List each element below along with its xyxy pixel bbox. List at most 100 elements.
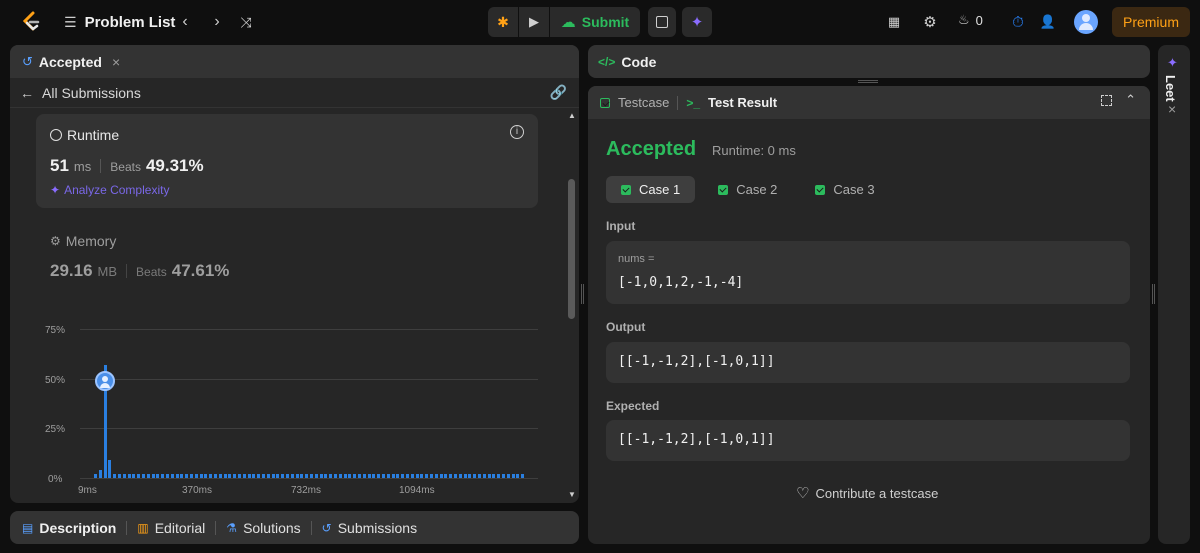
chart-bar[interactable] — [156, 474, 160, 478]
chart-bar[interactable] — [214, 474, 217, 478]
case-tab-2[interactable]: Case 2 — [703, 176, 792, 203]
your-submission-marker[interactable] — [94, 370, 115, 391]
chart-bar[interactable] — [329, 474, 333, 478]
chart-bar[interactable] — [478, 474, 481, 478]
leetcode-logo-icon[interactable] — [20, 11, 42, 33]
chart-bar[interactable] — [180, 474, 184, 478]
chart-bar[interactable] — [382, 474, 385, 478]
chevron-up-icon[interactable]: ⌃ — [1125, 92, 1136, 108]
shuffle-icon[interactable]: ⤨ — [236, 12, 256, 32]
chart-bar[interactable] — [233, 474, 237, 478]
chart-bar[interactable] — [247, 474, 251, 478]
premium-button[interactable]: Premium — [1112, 7, 1190, 37]
right-splitter-handle[interactable] — [1152, 284, 1155, 304]
chart-bar[interactable] — [348, 474, 352, 478]
tab-editorial[interactable]: ▥ Editorial — [137, 520, 205, 536]
code-panel-header[interactable]: </> Code — [588, 45, 1150, 78]
chart-bar[interactable] — [468, 474, 472, 478]
chart-bar[interactable] — [473, 474, 477, 478]
timer-icon[interactable]: ⏱ — [1008, 12, 1028, 32]
chart-bar[interactable] — [415, 474, 419, 478]
chart-bar[interactable] — [194, 474, 198, 478]
chart-bar[interactable] — [410, 474, 414, 478]
chart-bar[interactable] — [262, 474, 265, 478]
tab-test-result[interactable]: Test Result — [708, 95, 777, 110]
tab-description[interactable]: ▤ Description — [22, 520, 116, 536]
chart-bar[interactable] — [521, 474, 525, 478]
chart-bar[interactable] — [190, 474, 193, 478]
tab-testcase[interactable]: Testcase — [618, 95, 669, 110]
streak-counter[interactable]: ♨ 0 — [958, 12, 983, 28]
chart-bar[interactable] — [286, 474, 289, 478]
chart-bar[interactable] — [497, 474, 501, 478]
chart-bar[interactable] — [319, 474, 323, 478]
chart-bar[interactable] — [276, 474, 280, 478]
chart-bar[interactable] — [338, 474, 342, 478]
chart-bar[interactable] — [113, 474, 117, 478]
chart-bar[interactable] — [98, 470, 102, 478]
chart-bar[interactable] — [218, 474, 222, 478]
chart-bar[interactable] — [310, 474, 313, 478]
chart-bar[interactable] — [122, 474, 126, 478]
scroll-up-icon[interactable]: ▲ — [568, 111, 576, 120]
chart-bar[interactable] — [142, 474, 145, 478]
chart-bar[interactable] — [137, 474, 141, 478]
chart-bar[interactable] — [401, 474, 405, 478]
chart-bar[interactable] — [377, 474, 381, 478]
add-friend-icon[interactable]: 👤 — [1038, 12, 1058, 32]
chart-bar[interactable] — [406, 474, 409, 478]
chart-bar[interactable] — [439, 474, 443, 478]
chart-bar[interactable] — [502, 474, 505, 478]
chart-bar[interactable] — [396, 474, 400, 478]
chart-bar[interactable] — [324, 474, 328, 478]
chart-bar[interactable] — [290, 474, 294, 478]
chart-bar[interactable] — [386, 474, 390, 478]
chart-bar[interactable] — [334, 474, 337, 478]
chart-bar[interactable] — [118, 474, 121, 478]
chart-bar[interactable] — [362, 474, 366, 478]
chart-bar[interactable] — [146, 474, 150, 478]
chart-bar[interactable] — [300, 474, 304, 478]
left-scrollbar[interactable]: ▲ ▼ — [567, 109, 577, 503]
chart-bar[interactable] — [305, 474, 309, 478]
chart-bar[interactable] — [185, 474, 189, 478]
chart-bar[interactable] — [372, 474, 376, 478]
maximize-icon[interactable] — [1101, 95, 1112, 106]
chart-bar[interactable] — [482, 474, 486, 478]
debug-button[interactable]: ✱ — [488, 7, 518, 37]
close-icon[interactable]: × — [1168, 101, 1176, 117]
chart-bar[interactable] — [353, 474, 357, 478]
chart-bar[interactable] — [242, 474, 246, 478]
chart-bar[interactable] — [238, 474, 241, 478]
chart-bar[interactable] — [151, 474, 155, 478]
run-button[interactable]: ▶ — [519, 7, 549, 37]
chart-bar[interactable] — [204, 474, 208, 478]
chart-bar[interactable] — [506, 474, 510, 478]
chart-bar[interactable] — [295, 474, 299, 478]
chart-bar[interactable] — [516, 474, 520, 478]
chart-bar[interactable] — [132, 474, 136, 478]
chart-bar[interactable] — [161, 474, 165, 478]
contribute-testcase-link[interactable]: ♡ Contribute a testcase — [796, 484, 938, 502]
submit-button[interactable]: ☁ Submit — [550, 7, 640, 37]
chart-bar[interactable] — [108, 460, 112, 478]
chart-bar[interactable] — [257, 474, 261, 478]
chart-bar[interactable] — [94, 474, 97, 478]
tab-solutions[interactable]: ⚗ Solutions — [226, 520, 300, 536]
chart-bar[interactable] — [127, 474, 131, 478]
chart-bar[interactable] — [458, 474, 462, 478]
scroll-thumb[interactable] — [568, 179, 575, 319]
chart-bar[interactable] — [463, 474, 467, 478]
chart-bar[interactable] — [209, 474, 213, 478]
chart-bar[interactable] — [199, 474, 203, 478]
leet-side-panel[interactable]: ✦ Leet × — [1158, 45, 1190, 544]
chart-bar[interactable] — [430, 474, 433, 478]
chart-bar[interactable] — [223, 474, 227, 478]
chart-bar[interactable] — [425, 474, 429, 478]
chart-bar[interactable] — [444, 474, 448, 478]
chart-bar[interactable] — [175, 474, 179, 478]
chart-bar[interactable] — [492, 474, 496, 478]
case-tab-1[interactable]: Case 1 — [606, 176, 696, 203]
next-problem-icon[interactable]: › — [208, 12, 226, 32]
horizontal-splitter-handle[interactable] — [858, 80, 878, 83]
